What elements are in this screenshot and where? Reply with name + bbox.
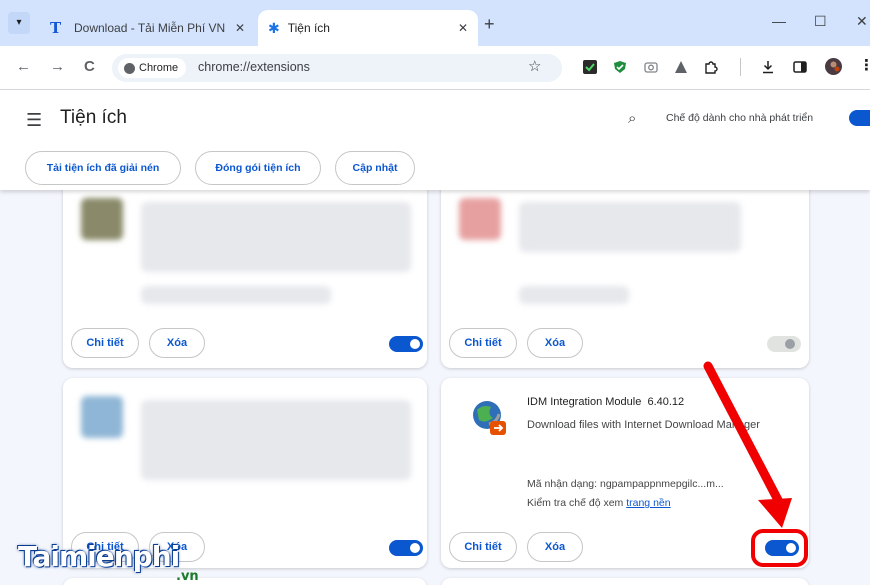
toolbar-divider: [740, 58, 741, 76]
details-button[interactable]: Chi tiết: [449, 328, 517, 358]
remove-button[interactable]: Xóa: [149, 328, 205, 358]
dev-mode-toggle[interactable]: [849, 110, 870, 126]
extension-version: 6.40.12: [647, 396, 685, 408]
extension-name-row: IDM Integration Module 6.40.12: [527, 396, 684, 408]
blurred-extension-icon: [81, 396, 123, 438]
close-window-icon[interactable]: ✕: [856, 13, 868, 30]
download-icon[interactable]: [761, 60, 775, 74]
details-button[interactable]: Chi tiết: [449, 532, 517, 562]
background-page-link[interactable]: trang nền: [626, 497, 670, 509]
shield-icon[interactable]: [613, 60, 627, 74]
remove-button[interactable]: Xóa: [527, 328, 583, 358]
extension-toggle[interactable]: [389, 336, 423, 352]
extension-card: Chi tiết Xóa: [441, 178, 809, 368]
extension-name: IDM Integration Module: [527, 396, 642, 408]
taimienphi-watermark-suffix: .vn: [176, 569, 199, 584]
tab-title: Download - Tải Miễn Phí VN - P: [74, 21, 229, 35]
close-icon[interactable]: ✕: [458, 21, 468, 35]
blurred-extension-meta: [141, 286, 331, 304]
tab-title: Tiện ích: [287, 21, 330, 35]
search-icon[interactable]: ⌕: [628, 110, 636, 127]
taimienphi-watermark: Taimienphi: [18, 540, 180, 573]
inspect-views-row: Kiểm tra chế độ xem trang nền: [527, 497, 671, 509]
tab-strip: ▾ T Download - Tải Miễn Phí VN - P ✕ ✱ T…: [0, 0, 870, 46]
details-button[interactable]: Chi tiết: [71, 328, 139, 358]
tab-download[interactable]: T Download - Tải Miễn Phí VN - P ✕: [40, 10, 255, 46]
extensions-header: ☰ Tiện ích ⌕ Chế độ dành cho nhà phát tr…: [0, 90, 870, 190]
dev-mode-label: Chế độ dành cho nhà phát triển: [666, 112, 814, 124]
blurred-extension-info: [141, 202, 411, 272]
extension-toggle[interactable]: [767, 336, 801, 352]
puzzle-icon[interactable]: [704, 60, 718, 74]
extension-id-label: Mã nhận dạng:: [527, 478, 598, 490]
address-bar[interactable]: Chrome chrome://extensions: [112, 54, 562, 82]
camera-icon[interactable]: [644, 60, 658, 74]
minimize-icon[interactable]: —: [772, 13, 786, 29]
idm-globe-icon: [473, 401, 506, 435]
tab-extensions[interactable]: ✱ Tiện ích ✕: [258, 10, 478, 46]
pack-extension-button[interactable]: Đóng gói tiện ích: [195, 151, 321, 185]
update-button[interactable]: Cập nhật: [335, 151, 415, 185]
chrome-icon: [124, 62, 135, 74]
taimienphi-favicon-icon: T: [50, 19, 62, 37]
chip-label: Chrome: [139, 62, 179, 74]
extension-card: [441, 578, 809, 585]
extension-card: [63, 578, 427, 585]
hamburger-menu-icon[interactable]: ☰: [26, 110, 42, 131]
maximize-icon[interactable]: ☐: [814, 13, 827, 30]
blurred-extension-info: [141, 400, 411, 480]
red-arrow-annotation: [703, 361, 792, 528]
reload-icon[interactable]: C: [84, 58, 95, 75]
blurred-extension-icon: [81, 198, 123, 240]
extension-toggle[interactable]: [389, 540, 423, 556]
forward-icon[interactable]: →: [50, 58, 65, 75]
extension-id-row: Mã nhận dạng: ngpampappnmepgilc...m...: [527, 478, 724, 490]
load-unpacked-button[interactable]: Tải tiện ích đã giải nén: [25, 151, 181, 185]
page-title: Tiện ích: [60, 107, 127, 128]
avatar[interactable]: [825, 58, 842, 75]
back-icon[interactable]: ←: [16, 58, 31, 75]
close-icon[interactable]: ✕: [235, 21, 245, 35]
blurred-extension-icon: [459, 198, 501, 240]
new-tab-button[interactable]: +: [484, 14, 495, 35]
puzzle-icon: ✱: [268, 20, 280, 36]
inspect-views-label: Kiểm tra chế độ xem: [527, 497, 624, 509]
tab-search-icon[interactable]: ▾: [8, 12, 30, 34]
extension-check-icon[interactable]: [583, 60, 597, 74]
url-text: chrome://extensions: [198, 60, 310, 74]
bookmark-star-icon[interactable]: ☆: [528, 57, 541, 75]
extension-card: Chi tiết Xóa: [63, 178, 427, 368]
highlight-ring-annotation: [751, 529, 808, 567]
menu-kebab-icon[interactable]: ⋮: [859, 56, 870, 74]
blurred-extension-meta: [519, 286, 629, 304]
blurred-extension-info: [519, 202, 741, 252]
chrome-chip[interactable]: Chrome: [118, 58, 187, 78]
side-panel-icon[interactable]: [793, 60, 807, 74]
remove-button[interactable]: Xóa: [527, 532, 583, 562]
triangle-icon[interactable]: [674, 60, 688, 74]
